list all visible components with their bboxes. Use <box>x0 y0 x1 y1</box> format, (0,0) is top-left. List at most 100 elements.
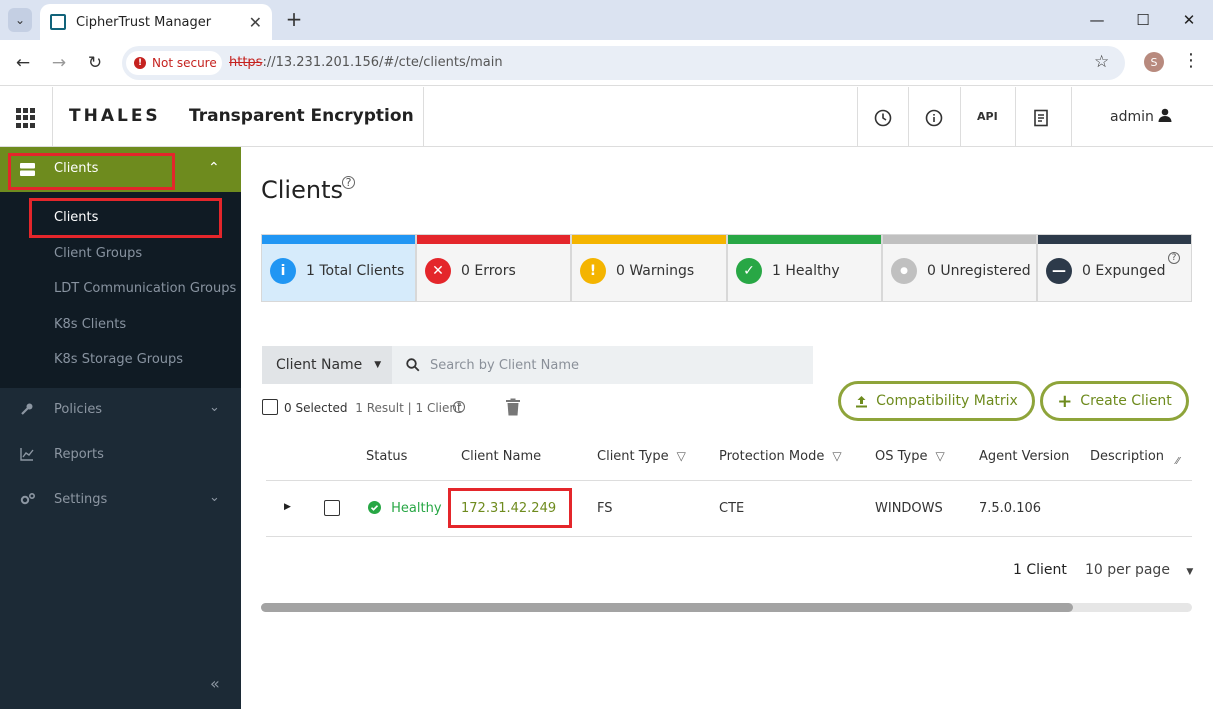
stat-total-clients[interactable]: i 1 Total Clients <box>261 234 416 302</box>
expand-row-icon[interactable]: ▶ <box>284 502 291 512</box>
upload-icon <box>856 395 868 407</box>
stat-bar <box>728 235 881 244</box>
stat-errors[interactable]: ✕ 0 Errors <box>416 234 571 302</box>
url-scheme: https <box>229 55 263 70</box>
collapse-sidebar-icon[interactable]: « <box>210 674 220 693</box>
new-tab-icon[interactable]: + <box>283 7 305 31</box>
api-button[interactable]: API <box>977 110 998 123</box>
selection-summary: 0 Selected 1 Result | 1 Client <box>284 401 462 415</box>
stat-healthy[interactable]: ✓ 1 Healthy <box>727 234 882 302</box>
column-header-status[interactable]: Status <box>366 449 407 464</box>
create-client-button[interactable]: + Create Client <box>1040 381 1189 421</box>
selected-count: 0 Selected <box>284 401 348 415</box>
row-checkbox[interactable] <box>324 500 340 516</box>
docs-icon[interactable] <box>1031 108 1051 128</box>
compatibility-matrix-button[interactable]: Compatibility Matrix <box>838 381 1035 421</box>
close-tab-icon[interactable]: ✕ <box>249 13 262 32</box>
forward-icon[interactable]: → <box>48 52 70 74</box>
brand-logo: THALES <box>69 106 161 126</box>
favicon-icon <box>50 14 66 30</box>
header-divider <box>857 87 858 147</box>
expunged-help-icon[interactable]: ? <box>1168 252 1180 264</box>
stat-label: 0 Warnings <box>616 263 695 279</box>
not-secure-badge[interactable]: ! Not secure <box>126 51 222 75</box>
status-text: Healthy <box>391 501 442 516</box>
user-name: admin <box>1110 109 1154 125</box>
info-icon[interactable] <box>924 108 944 128</box>
compatibility-matrix-label: Compatibility Matrix <box>876 393 1018 409</box>
minus-circle-icon: — <box>1046 258 1072 284</box>
column-label: Protection Mode <box>719 449 825 464</box>
app-launcher-icon[interactable] <box>16 108 36 128</box>
column-label: Client Type <box>597 449 669 464</box>
highlight-client-name <box>448 488 572 528</box>
user-menu[interactable]: admin <box>1110 108 1172 125</box>
profile-avatar[interactable]: S <box>1144 52 1164 72</box>
sidebar-item-policies[interactable]: Policies <box>54 402 102 417</box>
sidebar-item-reports[interactable]: Reports <box>54 447 104 462</box>
protection-mode-cell: CTE <box>719 501 745 516</box>
sidebar-item-ldt-communication-groups[interactable]: LDT Communication Groups <box>54 281 236 296</box>
reload-icon[interactable]: ↻ <box>84 52 106 74</box>
stat-bar <box>1038 235 1191 244</box>
chevron-down-icon[interactable]: ⌄ <box>209 490 220 505</box>
column-header-client-name[interactable]: Client Name <box>461 449 541 464</box>
stat-warnings[interactable]: ! 0 Warnings <box>571 234 727 302</box>
minimize-icon[interactable]: — <box>1082 8 1112 32</box>
sidebar-item-k8s-storage-groups[interactable]: K8s Storage Groups <box>54 352 183 367</box>
column-header-description[interactable]: Description <box>1090 449 1164 464</box>
chevron-up-icon[interactable]: ⌃ <box>208 160 220 176</box>
caret-down-icon: ▼ <box>374 360 382 370</box>
header-divider <box>1015 87 1016 147</box>
url-text[interactable]: https://13.231.201.156/#/cte/clients/mai… <box>229 55 503 70</box>
stat-expunged[interactable]: — 0 Expunged <box>1037 234 1192 302</box>
column-header-os-type[interactable]: OS Type ▽ <box>875 449 945 464</box>
header-divider <box>423 87 424 147</box>
browser-tab[interactable]: CipherTrust Manager ✕ <box>40 4 272 40</box>
create-client-label: Create Client <box>1080 393 1172 409</box>
page-title: Clients <box>261 176 343 204</box>
filter-icon[interactable]: ▽ <box>677 449 686 463</box>
stat-bar <box>883 235 1036 244</box>
search-input[interactable]: Search by Client Name <box>392 346 813 384</box>
chart-icon <box>20 447 34 465</box>
select-all-checkbox[interactable] <box>262 399 278 415</box>
tab-search-chevron-icon[interactable]: ⌄ <box>8 8 32 32</box>
filter-icon[interactable]: ▽ <box>935 449 944 463</box>
chevron-down-icon[interactable]: ⌄ <box>209 400 220 415</box>
help-icon[interactable]: ? <box>342 176 355 189</box>
status-cell: Healthy <box>368 501 442 516</box>
browser-menu-icon[interactable]: ⋮ <box>1182 50 1200 71</box>
search-placeholder: Search by Client Name <box>430 357 579 373</box>
filter-field-select[interactable]: Client Name ▼ <box>262 346 392 384</box>
client-type-cell: FS <box>597 501 613 516</box>
table-header-divider <box>266 480 1192 481</box>
healthy-check-icon <box>368 501 381 514</box>
column-header-client-type[interactable]: Client Type ▽ <box>597 449 686 464</box>
stat-label: 0 Expunged <box>1082 263 1166 279</box>
header-divider <box>52 87 53 147</box>
stat-label: 0 Errors <box>461 263 516 279</box>
gears-icon <box>20 492 36 510</box>
back-icon[interactable]: ← <box>12 52 34 74</box>
stat-unregistered[interactable]: ● 0 Unregistered <box>882 234 1037 302</box>
maximize-icon[interactable]: ☐ <box>1128 8 1158 32</box>
sidebar-item-client-groups[interactable]: Client Groups <box>54 246 142 261</box>
clock-icon[interactable] <box>873 108 893 128</box>
header-divider <box>908 87 909 147</box>
scrollbar-thumb[interactable] <box>261 603 1073 612</box>
column-resize-icon[interactable]: ⁄⁄ <box>1176 456 1179 467</box>
stat-label: 1 Healthy <box>772 263 840 279</box>
per-page-select[interactable]: 10 per page ▼ <box>1085 562 1193 578</box>
trash-icon[interactable] <box>505 398 521 420</box>
column-header-protection-mode[interactable]: Protection Mode ▽ <box>719 449 842 464</box>
window-close-icon[interactable]: ✕ <box>1174 8 1204 32</box>
filter-icon[interactable]: ▽ <box>832 449 841 463</box>
column-header-agent-version[interactable]: Agent Version <box>979 449 1069 464</box>
bookmark-star-icon[interactable]: ☆ <box>1094 52 1109 72</box>
sidebar-item-k8s-clients[interactable]: K8s Clients <box>54 317 126 332</box>
sidebar-item-settings[interactable]: Settings <box>54 492 107 507</box>
warning-circle-icon: ! <box>580 258 606 284</box>
result-help-icon[interactable]: ? <box>453 401 465 413</box>
error-icon: ✕ <box>425 258 451 284</box>
